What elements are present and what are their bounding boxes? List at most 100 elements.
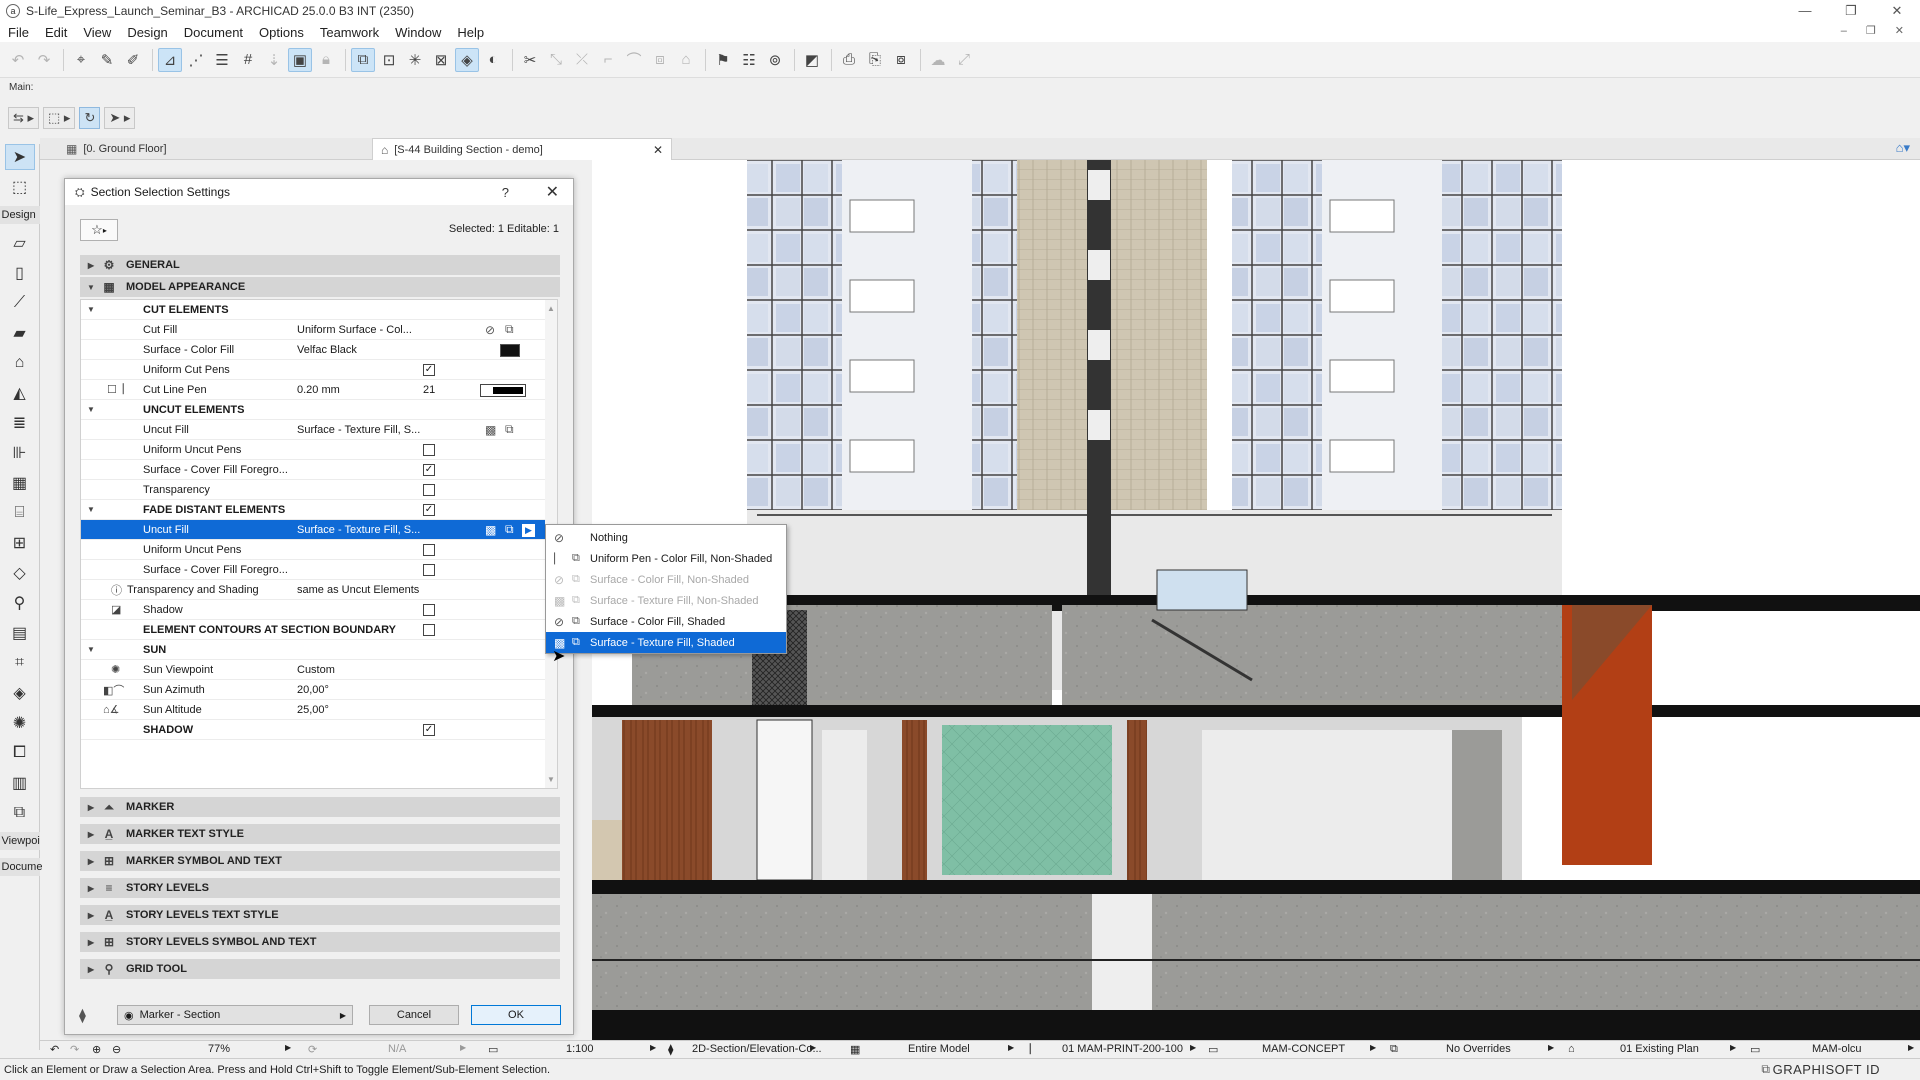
curtain-wall-tool-icon[interactable]: ▦ (5, 470, 35, 496)
rotate-marquee-icon[interactable]: ↻ (79, 107, 101, 129)
row-uniform-cut-pens[interactable]: Uniform Cut Pens ✓ (81, 360, 545, 380)
minimize-icon[interactable]: — (1782, 0, 1828, 22)
ok-button[interactable]: OK (471, 1005, 561, 1025)
marquee-icon[interactable]: ⬚ ▸ (43, 107, 76, 129)
section-grid-tool[interactable]: ▶ ⚲ GRID TOOL (80, 959, 560, 979)
arrow-tool-icon[interactable]: ➤ (4, 144, 35, 170)
undo-icon[interactable]: ↶ (6, 48, 30, 72)
arrow-tool-icon[interactable]: ➤ ▸ (104, 107, 136, 129)
undo-zoom-icon[interactable]: ↶ (50, 1043, 59, 1056)
lock-icon[interactable]: 🔒︎ (314, 48, 338, 72)
arrow-right-icon[interactable]: ▶ (522, 524, 535, 537)
transparency-shading-value[interactable]: same as Uncut Elements (297, 584, 447, 596)
pick-up-icon[interactable]: ✎ (95, 48, 119, 72)
menu-view[interactable]: View (83, 25, 111, 40)
close-dialog-button[interactable]: ✕ (546, 182, 559, 202)
trace-icon[interactable]: ⧉ (351, 47, 375, 72)
slab-tool-icon[interactable]: ▰ (5, 320, 35, 346)
snap-guides-icon[interactable]: ⋰ (184, 48, 208, 72)
house-icon[interactable]: ⌂ (674, 48, 698, 72)
uniform-uncut-pens-checkbox[interactable] (423, 444, 435, 456)
menu-options[interactable]: Options (259, 25, 304, 40)
bim-cloud-icon[interactable]: ☁ (926, 48, 950, 72)
close-tab-icon[interactable]: ✕ (653, 143, 663, 157)
pen-set-value[interactable]: 01 MAM-PRINT-200-100 (1062, 1043, 1183, 1055)
scroll-down-icon[interactable]: ▼ (547, 775, 555, 784)
issue-icon[interactable]: ☷ (737, 48, 761, 72)
popup-item-nothing[interactable]: ⊘ Nothing (546, 527, 786, 548)
uncut-fill-value[interactable]: Surface - Texture Fill, S... (297, 424, 427, 436)
chevron-right-icon[interactable]: ▶ (1548, 1043, 1554, 1052)
mvo-value[interactable]: MAM-CONCEPT (1262, 1043, 1345, 1055)
menu-window[interactable]: Window (395, 25, 441, 40)
group-uncut-elements[interactable]: ▼ UNCUT ELEMENTS (81, 400, 545, 420)
menu-edit[interactable]: Edit (45, 25, 67, 40)
show-hide-icon[interactable]: ⊡ (377, 48, 401, 72)
zoom-out-icon[interactable]: ⊖ (112, 1043, 121, 1056)
row-uncut-fill[interactable]: Uncut Fill Surface - Texture Fill, S... … (81, 420, 545, 440)
row-sun-viewpoint[interactable]: ✺ Sun Viewpoint Custom (81, 660, 545, 680)
select-mode-icon[interactable]: ⇆ ▸ (8, 107, 40, 129)
popup-item-texture-shaded[interactable]: ▩ ⧉ Surface - Texture Fill, Shaded (546, 632, 786, 653)
tab-building-section[interactable]: ⌂ [S-44 Building Section - demo] ✕ (372, 138, 672, 160)
fill-type-icon[interactable]: ⊘ (485, 323, 495, 337)
popup-item-uniform-pen[interactable]: ⎸ ⧉ Uniform Pen - Color Fill, Non-Shaded (546, 548, 786, 569)
marquee-tool-icon[interactable]: ⬚ (5, 174, 35, 200)
wall-tool-icon[interactable]: ▱ (5, 230, 35, 256)
row-cut-line-pen[interactable]: ☐ ⎸ Cut Line Pen 0.20 mm 21 (81, 380, 545, 400)
shadow-group-checkbox[interactable]: ✓ (423, 724, 435, 736)
cut-icon[interactable]: ✂ (518, 48, 542, 72)
chevron-right-icon[interactable]: ▶ (650, 1043, 656, 1052)
group-fade-distant-elements[interactable]: ▼ FADE DISTANT ELEMENTS ✓ (81, 500, 545, 520)
lamp-tool-icon[interactable]: ✺ (5, 710, 35, 736)
row-transparency-shading[interactable]: ⓘ Transparency and Shading same as Uncut… (81, 580, 545, 600)
chevron-right-icon[interactable]: ▶ (460, 1043, 466, 1052)
renovation-value[interactable]: 01 Existing Plan (1620, 1043, 1699, 1055)
section-story-levels[interactable]: ▶ ≡ STORY LEVELS (80, 878, 560, 898)
cover-fill-checkbox[interactable]: ✓ (423, 464, 435, 476)
guide-lines-icon[interactable]: ⊿ (158, 47, 182, 72)
group-cut-elements[interactable]: ▼ CUT ELEMENTS (81, 300, 545, 320)
corner-window-tool-icon[interactable]: ⧉ (5, 800, 35, 826)
fade-uniform-pens-checkbox[interactable] (423, 544, 435, 556)
chevron-right-icon[interactable]: ▶ (1908, 1043, 1914, 1052)
navigator-icon[interactable]: ⌂▾ (1896, 140, 1910, 156)
transparency-checkbox[interactable] (423, 484, 435, 496)
row-cut-fill[interactable]: Cut Fill Uniform Surface - Col... ⊘ ⧉ (81, 320, 545, 340)
chevron-right-icon[interactable]: ▶ (1190, 1043, 1196, 1052)
resize-icon[interactable]: ⧈ (648, 48, 672, 72)
cut-fill-value[interactable]: Uniform Surface - Col... (297, 324, 427, 336)
row-surface-color-fill[interactable]: Surface - Color Fill Velfac Black (81, 340, 545, 360)
color-swatch[interactable] (500, 344, 520, 357)
chevron-right-icon[interactable]: ▶ (285, 1043, 291, 1052)
chevron-right-icon[interactable]: ▶ (1008, 1043, 1014, 1052)
mirror-icon[interactable]: ⊠ (429, 48, 453, 72)
row-element-contours[interactable]: ELEMENT CONTOURS AT SECTION BOUNDARY (81, 620, 545, 640)
skylight-tool-icon[interactable]: ◇ (5, 560, 35, 586)
menu-document[interactable]: Document (184, 25, 243, 40)
fade-uncut-fill-value[interactable]: Surface - Texture Fill, S... (297, 524, 427, 536)
mark-up-icon[interactable]: ⊚ (763, 48, 787, 72)
column-tool-icon[interactable]: ▯ (5, 260, 35, 286)
close-window-icon[interactable]: ✕ (1874, 0, 1920, 22)
publish-icon[interactable]: ⎙ (837, 48, 861, 72)
document-window-controls[interactable]: – ❐ ✕ (1841, 24, 1912, 37)
row-fade-cover-fill-foreground[interactable]: Surface - Cover Fill Foregro... (81, 560, 545, 580)
favorites-button[interactable]: ☆ ▸ (80, 219, 118, 241)
popup-item-color-shaded[interactable]: ⊘ ⧉ Surface - Color Fill, Shaded (546, 611, 786, 632)
flag-icon[interactable]: ⚑ (711, 48, 735, 72)
help-button[interactable]: ? (502, 185, 509, 200)
menu-teamwork[interactable]: Teamwork (320, 25, 379, 40)
fade-distant-checkbox[interactable]: ✓ (423, 504, 435, 516)
chevron-right-icon[interactable]: ▶ (810, 1043, 816, 1052)
inject-icon[interactable]: ✐ (121, 48, 145, 72)
maximize-icon[interactable]: ❐ (1828, 0, 1874, 22)
layer-icon[interactable]: ☰ (210, 48, 234, 72)
fill-type-alt-icon[interactable]: ⧉ (505, 522, 514, 537)
section-general[interactable]: ▶ ⚙ GENERAL (80, 255, 560, 275)
menu-help[interactable]: Help (457, 25, 484, 40)
cancel-button[interactable]: Cancel (369, 1005, 459, 1025)
section-model-appearance[interactable]: ▼ ▦ MODEL APPEARANCE (80, 277, 560, 297)
chevron-right-icon[interactable]: ▶ (1370, 1043, 1376, 1052)
sun-altitude-value[interactable]: 25,00° (297, 704, 427, 716)
